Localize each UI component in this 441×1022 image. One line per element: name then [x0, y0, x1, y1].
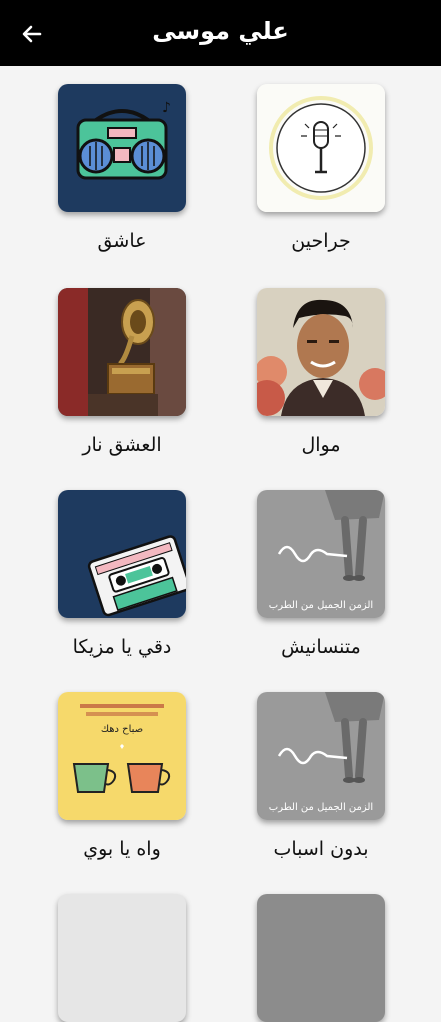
song-title: موال — [301, 434, 341, 456]
album-art — [257, 84, 385, 212]
song-card[interactable] — [58, 894, 186, 1022]
song-card[interactable]: دقي يا مزيكا — [58, 490, 186, 658]
album-art: ♪ — [58, 84, 186, 212]
album-art — [257, 894, 385, 1022]
song-card[interactable]: الزمن الجميل من الطرب متنسانيش — [257, 490, 385, 658]
song-title: متنسانيش — [281, 636, 361, 658]
page-title: علي موسى — [152, 17, 289, 45]
song-card[interactable] — [257, 894, 385, 1022]
song-card[interactable]: ♪ عاشق — [58, 84, 186, 252]
art-caption: الزمن الجميل من الطرب — [269, 600, 373, 611]
song-title: بدون اسباب — [273, 838, 369, 860]
album-art — [58, 288, 186, 416]
art-caption: صباح دهك — [101, 724, 143, 735]
album-art: الزمن الجميل من الطرب — [257, 490, 385, 618]
app-bar: علي موسى — [0, 0, 441, 66]
album-art: صباح دهك — [58, 692, 186, 820]
song-card[interactable]: موال — [257, 288, 385, 456]
svg-text:♪: ♪ — [162, 100, 171, 116]
song-title: واه يا بوي — [83, 838, 161, 860]
song-card[interactable]: جراحين — [257, 84, 385, 252]
song-title: عاشق — [97, 230, 147, 252]
song-title: العشق نار — [82, 434, 162, 456]
song-card[interactable]: الزمن الجميل من الطرب بدون اسباب — [257, 692, 385, 860]
album-art — [58, 490, 186, 618]
album-art: الزمن الجميل من الطرب — [257, 692, 385, 820]
album-art — [257, 288, 385, 416]
song-title: جراحين — [291, 230, 351, 252]
song-title: دقي يا مزيكا — [72, 636, 172, 658]
song-card[interactable]: العشق نار — [58, 288, 186, 456]
song-grid: جراحين ♪ عاشق موال العشق نار الزمن الجمي… — [0, 66, 441, 1022]
art-caption: الزمن الجميل من الطرب — [269, 802, 373, 813]
song-card[interactable]: صباح دهك واه يا بوي — [58, 692, 186, 860]
album-art — [58, 894, 186, 1022]
